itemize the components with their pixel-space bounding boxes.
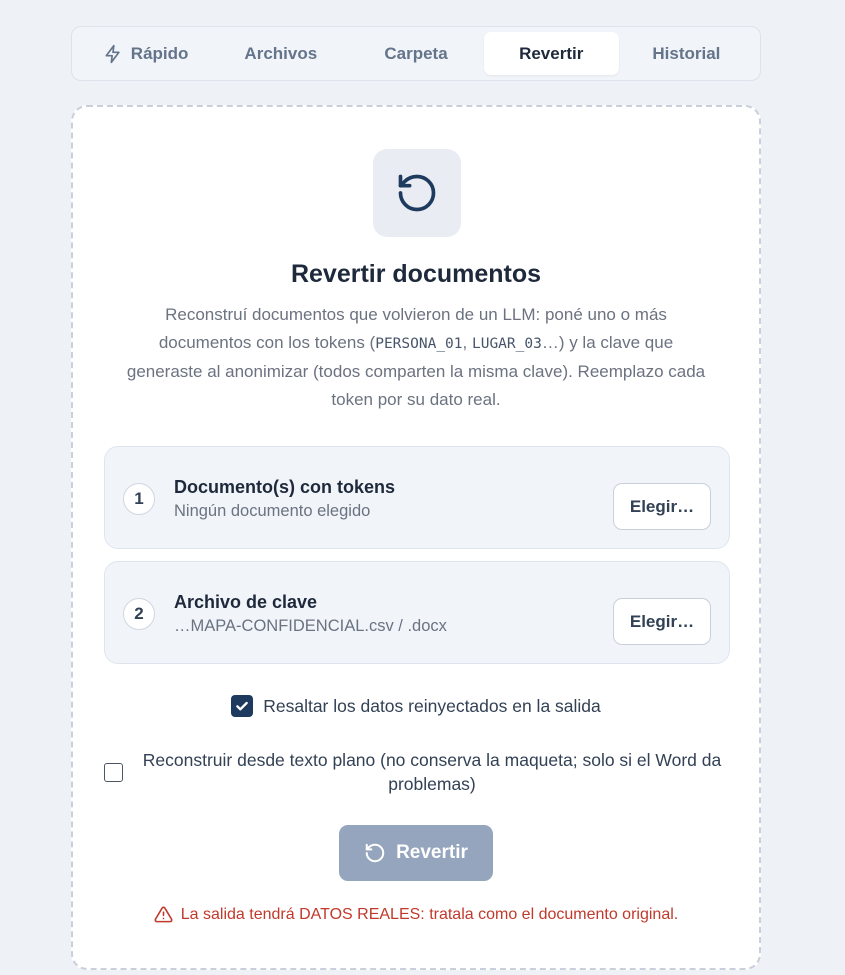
step-number: 2 xyxy=(123,598,155,630)
tab-rapido[interactable]: Rápido xyxy=(78,32,213,75)
tab-bar: Rápido Archivos Carpeta Revertir Histori… xyxy=(71,26,761,81)
tab-revertir[interactable]: Revertir xyxy=(483,32,619,75)
plaintext-checkbox[interactable] xyxy=(104,763,123,782)
step-status: …MAPA-CONFIDENCIAL.csv / .docx xyxy=(174,617,447,635)
step-documents: 1 Documento(s) con tokens Ningún documen… xyxy=(104,446,730,549)
highlight-checkbox[interactable] xyxy=(231,695,254,717)
tab-label: Revertir xyxy=(519,43,584,63)
highlight-option: Resaltar los datos reinyectados en la sa… xyxy=(73,695,759,717)
tab-label: Rápido xyxy=(130,43,189,63)
zap-icon xyxy=(105,44,120,63)
tab-label: Carpeta xyxy=(384,43,448,63)
token-example: LUGAR_03 xyxy=(471,335,542,352)
step-title: Documento(s) con tokens xyxy=(174,477,396,497)
warning-message: La salida tendrá DATOS REALES: tratala c… xyxy=(73,905,759,924)
revert-button-label: Revertir xyxy=(396,842,468,863)
choose-key-button[interactable]: Elegir… xyxy=(613,598,711,645)
revert-button[interactable]: Revertir xyxy=(339,825,493,881)
alert-triangle-icon xyxy=(154,906,173,923)
choose-documents-button[interactable]: Elegir… xyxy=(613,483,711,530)
tab-archivos[interactable]: Archivos xyxy=(213,32,348,75)
step-status: Ningún documento elegido xyxy=(174,502,371,520)
tab-label: Archivos xyxy=(244,43,318,63)
hero-icon-box xyxy=(373,149,461,237)
revert-panel: Revertir documentos Reconstruí documento… xyxy=(71,105,761,970)
warning-text: La salida tendrá DATOS REALES: tratala c… xyxy=(180,905,679,923)
tab-historial[interactable]: Historial xyxy=(619,32,754,75)
highlight-label[interactable]: Resaltar los datos reinyectados en la sa… xyxy=(263,696,601,717)
token-example: PERSONA_01 xyxy=(375,335,463,352)
rotate-ccw-icon xyxy=(365,843,385,863)
page-title: Revertir documentos xyxy=(290,260,542,288)
step-key-file: 2 Archivo de clave …MAPA-CONFIDENCIAL.cs… xyxy=(104,561,730,664)
step-number: 1 xyxy=(123,483,155,515)
description: Reconstruí documentos que volvieron de u… xyxy=(126,305,706,409)
plaintext-option: Reconstruir desde texto plano (no conser… xyxy=(104,748,730,800)
tab-label: Historial xyxy=(652,43,721,63)
check-icon xyxy=(236,701,249,711)
tab-carpeta[interactable]: Carpeta xyxy=(348,32,483,75)
rotate-ccw-icon xyxy=(398,174,436,212)
plaintext-label[interactable]: Reconstruir desde texto plano (no conser… xyxy=(134,748,730,796)
step-title: Archivo de clave xyxy=(174,592,318,612)
